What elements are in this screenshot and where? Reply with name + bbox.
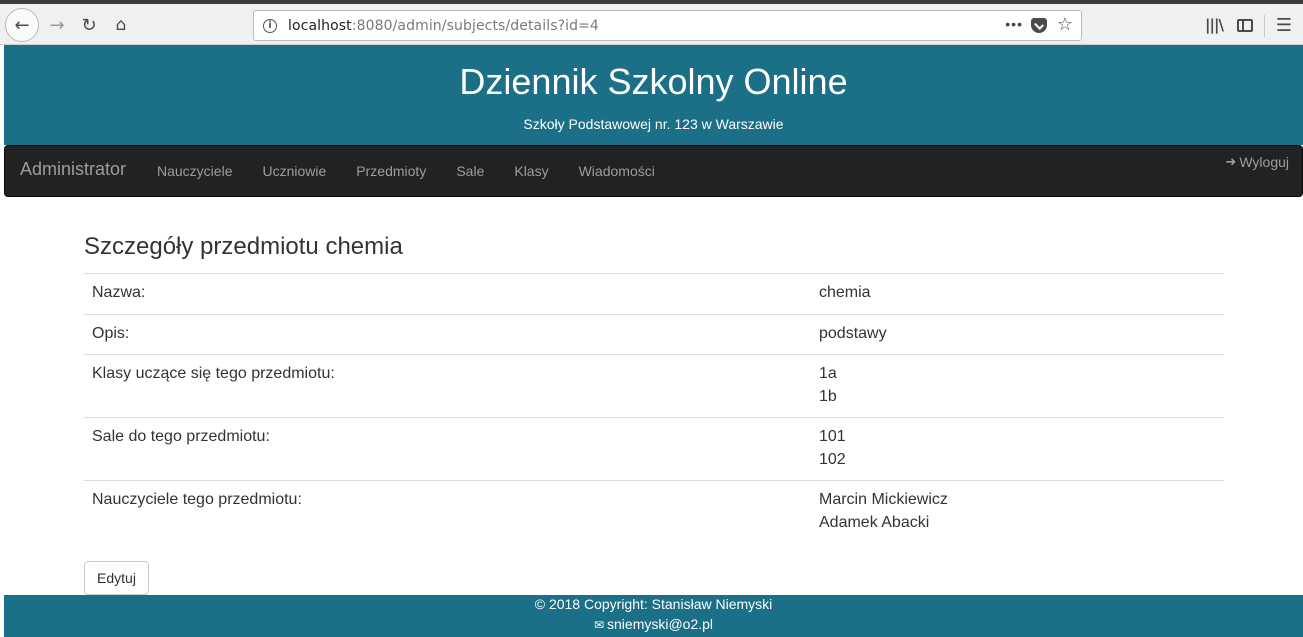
home-icon[interactable]: ⌂ (110, 10, 132, 40)
footer-email-line: ✉ sniemyski@o2.pl (4, 616, 1303, 632)
menu-icon[interactable]: ☰ (1274, 10, 1294, 40)
nav-item-sale[interactable]: Sale (441, 146, 499, 196)
nav-item-uczniowie[interactable]: Uczniowie (247, 146, 341, 196)
row-value: 101 102 (811, 417, 1224, 481)
reload-icon[interactable]: ↻ (78, 10, 100, 40)
value-item: chemia (819, 284, 871, 301)
page-title: Szczegóły przedmiotu chemia (84, 233, 403, 260)
value-item: podstawy (819, 324, 887, 342)
navbar-brand[interactable]: Administrator (20, 159, 126, 180)
value-item: 102 (819, 450, 846, 468)
logout-label: Wyloguj (1239, 154, 1289, 170)
nav-item-klasy[interactable]: Klasy (499, 146, 563, 196)
logout-link[interactable]: ➜ Wyloguj (1225, 154, 1289, 170)
page-actions-icon[interactable]: ••• (1005, 16, 1023, 32)
site-footer: © 2018 Copyright: Stanisław Niemyski ✉ sn… (4, 595, 1303, 637)
value-item: Adamek Abacki (819, 513, 930, 531)
edit-button[interactable]: Edytuj (84, 561, 149, 595)
table-row: Klasy uczące się tego przedmiotu: 1a 1b (84, 354, 1224, 418)
table-row: Nazwa: chemia (84, 273, 1224, 314)
sidebar-icon[interactable] (1236, 10, 1254, 40)
row-label: Nauczyciele tego przedmiotu: (84, 480, 811, 543)
row-value: chemia (811, 273, 1224, 314)
envelope-icon: ✉ (593, 618, 605, 632)
table-row: Sale do tego przedmiotu: 101 102 (84, 417, 1224, 481)
details-table: Nazwa: chemia Opis: podstawy Klasy ucząc… (84, 273, 1224, 543)
main-navbar: Administrator Nauczyciele Uczniowie Prze… (4, 145, 1303, 197)
site-subtitle: Szkoły Podstawowej nr. 123 w Warszawie (523, 116, 784, 132)
address-bar[interactable]: i localhost:8080/admin/subjects/details?… (253, 10, 1082, 41)
forward-icon[interactable]: → (46, 10, 68, 40)
row-label: Sale do tego przedmiotu: (84, 417, 811, 481)
library-icon[interactable]: |||\ (1203, 10, 1225, 40)
value-item: 101 (819, 428, 846, 445)
value-item: Marcin Mickiewicz (819, 491, 948, 508)
bookmark-star-icon[interactable]: ☆ (1057, 14, 1073, 35)
site-header: Dziennik Szkolny Online Szkoły Podstawow… (4, 45, 1303, 145)
footer-copyright: © 2018 Copyright: Stanisław Niemyski (534, 596, 773, 612)
row-label: Opis: (84, 313, 811, 355)
value-item: 1a (819, 365, 837, 382)
row-label: Nazwa: (84, 273, 811, 314)
back-icon[interactable]: ← (5, 8, 39, 42)
table-row: Nauczyciele tego przedmiotu: Marcin Mick… (84, 480, 1224, 543)
footer-email[interactable]: sniemyski@o2.pl (607, 616, 713, 632)
nav-item-przedmioty[interactable]: Przedmioty (341, 146, 441, 196)
log-in-icon: ➜ (1225, 154, 1237, 170)
row-value: 1a 1b (811, 354, 1224, 418)
site-title: Dziennik Szkolny Online (459, 61, 848, 102)
row-label: Klasy uczące się tego przedmiotu: (84, 354, 811, 418)
table-row: Opis: podstawy (84, 313, 1224, 355)
subject-details: Szczegóły przedmiotu chemia Nazwa: chemi… (84, 233, 1224, 543)
row-value: Marcin Mickiewicz Adamek Abacki (811, 480, 1224, 543)
value-item: 1b (819, 387, 837, 405)
toolbar-separator (1264, 15, 1265, 37)
row-value: podstawy (811, 313, 1224, 355)
browser-toolbar: ← → ↻ ⌂ i localhost:8080/admin/subjects/… (0, 0, 1303, 45)
navbar-links: Nauczyciele Uczniowie Przedmioty Sale Kl… (142, 146, 670, 196)
info-icon[interactable]: i (263, 18, 277, 33)
nav-item-nauczyciele[interactable]: Nauczyciele (142, 146, 247, 196)
pocket-icon[interactable] (1031, 18, 1047, 33)
address-url[interactable]: localhost:8080/admin/subjects/details?id… (288, 18, 599, 34)
nav-item-wiadomosci[interactable]: Wiadomości (564, 146, 670, 196)
